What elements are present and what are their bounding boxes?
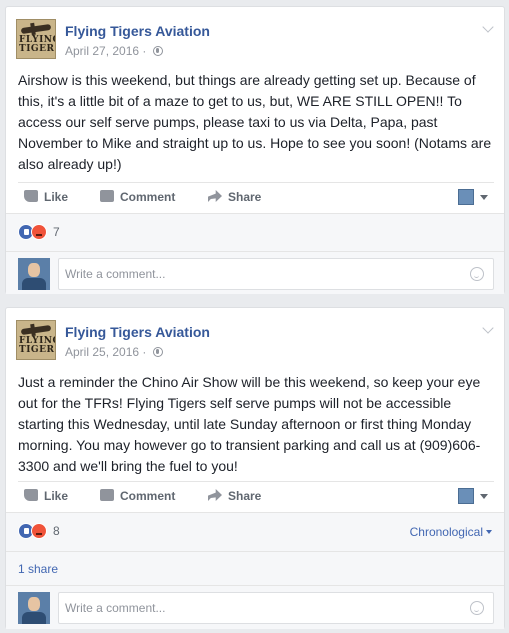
voice-selector-avatar[interactable] (458, 488, 474, 504)
avatar[interactable] (18, 258, 50, 290)
comment-label: Comment (120, 190, 176, 204)
comment-bubble-icon (100, 190, 114, 202)
post-header: FLYING TIGERS Flying Tigers Aviation Apr… (6, 308, 504, 368)
comment-placeholder: Write a comment... (65, 267, 166, 281)
voice-selector-avatar[interactable] (458, 189, 474, 205)
avatar[interactable] (18, 592, 50, 624)
feed-post: FLYING TIGERS Flying Tigers Aviation Apr… (5, 6, 505, 294)
page-name-link[interactable]: Flying Tigers Aviation (65, 23, 210, 39)
voice-selector-caret-icon[interactable] (480, 195, 488, 200)
share-label: Share (228, 190, 262, 204)
like-label: Like (44, 489, 69, 503)
comment-label: Comment (120, 489, 176, 503)
plane-logo-icon (20, 324, 52, 336)
post-actions-bar: Like Comment Share (18, 481, 494, 512)
comment-input[interactable]: Write a comment... (58, 592, 494, 624)
comment-button[interactable]: Comment (100, 489, 175, 503)
share-button[interactable]: Share (208, 190, 261, 204)
comment-bubble-icon (100, 489, 114, 501)
comment-sort-dropdown[interactable]: Chronological (410, 525, 492, 539)
post-options-chevron-icon[interactable] (482, 21, 494, 33)
like-label: Like (44, 190, 69, 204)
comment-composer: Write a comment... (6, 585, 504, 627)
emoji-icon[interactable] (470, 601, 484, 615)
page-avatar[interactable]: FLYING TIGERS (16, 320, 56, 360)
post-header: FLYING TIGERS Flying Tigers Aviation Apr… (6, 7, 504, 67)
feed-post: FLYING TIGERS Flying Tigers Aviation Apr… (5, 307, 505, 629)
comment-input[interactable]: Write a comment... (58, 258, 494, 290)
post-options-chevron-icon[interactable] (482, 322, 494, 334)
caret-down-icon (486, 530, 492, 534)
emoji-icon[interactable] (470, 267, 484, 281)
post-date-text[interactable]: April 25, 2016 (65, 345, 139, 359)
share-arrow-icon (208, 489, 222, 501)
post-actions-bar: Like Comment Share (18, 182, 494, 213)
shares-row: 1 share (6, 551, 504, 585)
post-feedback: 8 Chronological 1 share Write a comment.… (6, 512, 504, 629)
share-count-link[interactable]: 1 share (18, 562, 58, 576)
plane-logo-icon (20, 23, 52, 35)
thumbs-up-icon (24, 489, 38, 501)
reaction-count[interactable]: 8 (53, 524, 60, 538)
comment-composer: Write a comment... (6, 251, 504, 293)
avatar-logo-text: FLYING TIGERS (19, 35, 55, 54)
post-date[interactable]: April 25, 2016 · (65, 345, 163, 359)
share-label: Share (228, 489, 262, 503)
share-button[interactable]: Share (208, 489, 261, 503)
comment-button[interactable]: Comment (100, 190, 175, 204)
like-button[interactable]: Like (24, 190, 68, 204)
angry-reaction-icon (31, 523, 47, 539)
reaction-count[interactable]: 7 (53, 225, 60, 239)
post-feedback: 7 Write a comment... (6, 213, 504, 294)
page-avatar[interactable]: FLYING TIGERS (16, 19, 56, 59)
post-date[interactable]: April 27, 2016 · (65, 44, 163, 58)
post-date-text[interactable]: April 27, 2016 (65, 44, 139, 58)
share-arrow-icon (208, 190, 222, 202)
like-button[interactable]: Like (24, 489, 68, 503)
angry-reaction-icon (31, 224, 47, 240)
page-name-link[interactable]: Flying Tigers Aviation (65, 324, 210, 340)
post-text: Airshow is this weekend, but things are … (18, 72, 492, 172)
globe-icon (152, 347, 163, 357)
thumbs-up-icon (24, 190, 38, 202)
avatar-logo-text: FLYING TIGERS (19, 336, 55, 355)
comment-placeholder: Write a comment... (65, 601, 166, 615)
post-text: Just a reminder the Chino Air Show will … (18, 374, 481, 474)
voice-selector-caret-icon[interactable] (480, 494, 488, 499)
globe-icon (152, 46, 163, 56)
comment-sort-label: Chronological (409, 525, 483, 539)
